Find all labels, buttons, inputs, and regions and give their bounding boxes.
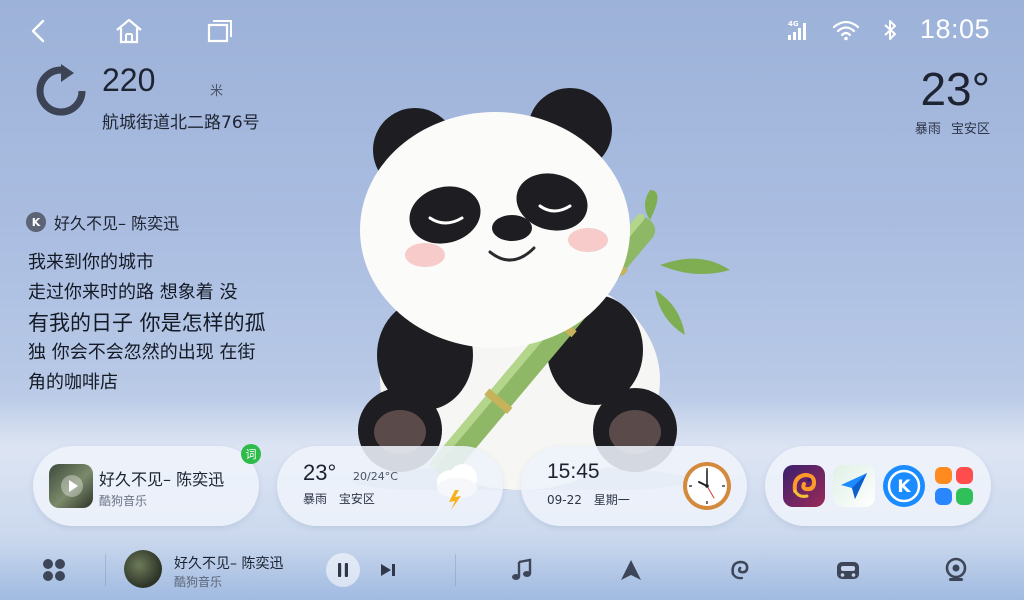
dock-song-title: 好久不见– 陈奕迅 [174, 556, 284, 572]
chameleon-app-icon[interactable] [783, 465, 825, 507]
pause-icon [338, 563, 348, 577]
svg-text:K: K [897, 477, 911, 497]
weather-card-district: 宝安区 [338, 492, 375, 506]
weather-card-temperature: 23° [303, 460, 337, 485]
bluetooth-icon [884, 19, 896, 40]
mini-album-cover[interactable] [124, 550, 162, 588]
navigation-button[interactable] [617, 556, 645, 584]
time-card-date: 09-22 星期一 [547, 491, 630, 508]
dock-divider [105, 554, 106, 586]
lyric-line: 角的咖啡店 [28, 372, 118, 393]
weather-card-condition: 暴雨 [303, 492, 328, 506]
play-icon [61, 475, 83, 497]
music-note-icon [512, 558, 532, 580]
time-card-day: 09-22 [547, 493, 582, 507]
lyric-line: 独 你会不会忽然的出现 在街 [28, 342, 256, 363]
turn-distance: 220 [102, 62, 156, 98]
next-track-button[interactable] [374, 556, 402, 584]
home-button[interactable] [112, 14, 146, 48]
all-apps-button[interactable] [40, 556, 68, 584]
thunderstorm-icon [437, 464, 477, 510]
back-arrow-icon [31, 19, 45, 43]
time-card[interactable]: 15:45 09-22 星期一 [521, 446, 747, 526]
vehicle-button[interactable] [834, 556, 862, 584]
dock-divider [455, 554, 456, 586]
analog-clock-icon [683, 462, 731, 510]
bottom-dock: 好久不见– 陈奕迅 酷狗音乐 [0, 540, 1024, 600]
lyric-line: 走过你来时的路 想象着 没 [28, 282, 238, 303]
panda-wallpaper-illustration [350, 88, 730, 490]
navigation-app-icon[interactable] [833, 465, 875, 507]
chameleon-icon [731, 560, 749, 580]
apps-card: K [765, 446, 991, 526]
camera-icon [945, 557, 967, 581]
recent-apps-icon [207, 20, 232, 43]
app-drawer-icon [43, 559, 65, 581]
time-card-weekday: 星期一 [593, 493, 630, 507]
music-button[interactable] [508, 556, 536, 584]
weather-condition: 暴雨 [914, 122, 941, 137]
music-card[interactable]: 好久不见– 陈奕迅 酷狗音乐 词 [33, 444, 261, 526]
weather-info: 暴雨 宝安区 [880, 118, 990, 137]
svg-text:4G: 4G [788, 20, 799, 28]
home-icon [116, 18, 142, 44]
weather-widget-top[interactable]: 23° 暴雨 宝安区 [880, 62, 990, 137]
weather-card[interactable]: 23° 20/24°C 暴雨 宝安区 [277, 446, 503, 526]
app-grid-icon[interactable] [933, 465, 975, 507]
status-bar: 4G 18:05 [0, 0, 1024, 60]
time-card-time: 15:45 [547, 460, 600, 483]
lyrics-song-title: 好久不见– 陈奕迅 [54, 214, 180, 233]
lyrics-widget: K 好久不见– 陈奕迅 我来到你的城市 走过你来时的路 想象着 没 有我的日子 … [26, 210, 326, 398]
lyric-line-current: 有我的日子 你是怎样的孤 [28, 311, 266, 335]
navigation-arrow-icon [621, 560, 641, 580]
turn-around-arrow-icon [36, 64, 86, 116]
weather-district: 宝安区 [950, 122, 990, 137]
dock-music-app: 酷狗音乐 [174, 575, 223, 589]
recent-apps-button[interactable] [202, 14, 236, 48]
camera-button[interactable] [942, 556, 970, 584]
car-icon [837, 562, 859, 579]
pause-button[interactable] [326, 553, 360, 587]
kugou-app-icon[interactable]: K [883, 465, 925, 507]
status-icons: 4G 18:05 [786, 14, 990, 45]
distance-unit: 米 [210, 84, 224, 99]
music-card-title: 好久不见– 陈奕迅 [99, 470, 225, 489]
lyric-line: 我来到你的城市 [28, 252, 154, 273]
album-cover[interactable] [49, 464, 93, 508]
status-clock: 18:05 [919, 14, 990, 44]
kugou-badge-icon: K [26, 212, 46, 232]
next-track-icon [381, 564, 395, 576]
weather-card-info: 暴雨 宝安区 [303, 490, 375, 507]
chameleon-button[interactable] [726, 556, 754, 584]
music-card-app: 酷狗音乐 [99, 494, 148, 508]
lyrics-song-header: K 好久不见– 陈奕迅 [26, 210, 326, 234]
cellular-4g-icon: 4G [787, 20, 806, 40]
wifi-icon [832, 20, 860, 40]
lyric-badge[interactable]: 词 [241, 444, 261, 464]
weather-card-range: 20/24°C [353, 470, 398, 483]
lyric-lines: 我来到你的城市 走过你来时的路 想象着 没 有我的日子 你是怎样的孤 独 你会不… [28, 248, 326, 398]
current-temperature: 23° [920, 63, 990, 115]
back-button[interactable] [22, 14, 56, 48]
